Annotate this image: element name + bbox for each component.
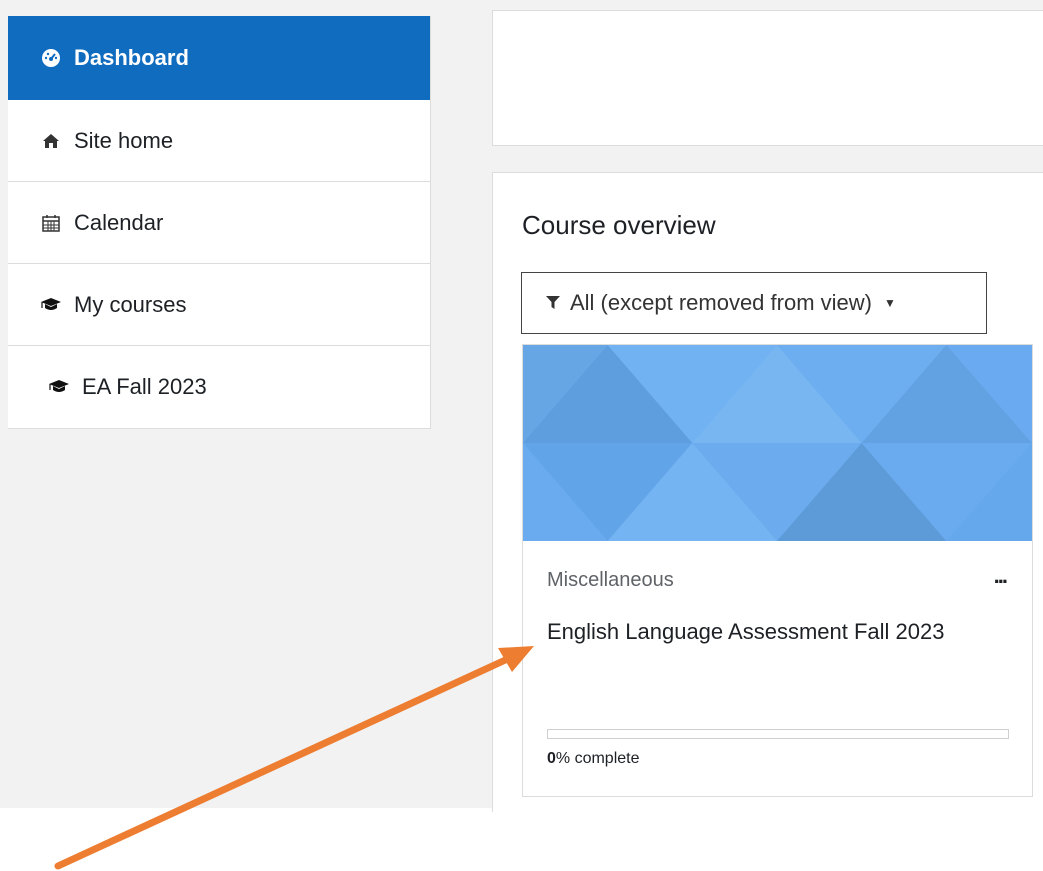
sidebar-item-calendar[interactable]: Calendar <box>8 182 430 264</box>
course-actions-menu[interactable]: ... <box>994 563 1008 589</box>
filter-label: All (except removed from view) <box>570 290 872 315</box>
sidebar-item-dashboard[interactable]: Dashboard <box>8 16 430 100</box>
sidebar-item-label: My courses <box>74 291 187 317</box>
filter-icon <box>546 296 560 310</box>
graduation-cap-icon <box>40 294 62 316</box>
progress-suffix: % complete <box>555 750 640 767</box>
course-image[interactable] <box>523 345 1032 541</box>
sidebar-item-ea-fall-2023[interactable]: EA Fall 2023 <box>8 346 430 428</box>
course-card[interactable]: Miscellaneous ... English Language Asses… <box>522 344 1033 797</box>
sidebar-item-label: Site home <box>74 127 174 153</box>
tachometer-icon <box>40 47 62 69</box>
progress-text: 0% complete <box>547 750 640 768</box>
graduation-cap-icon <box>48 376 70 398</box>
sidebar-item-my-courses[interactable]: My courses <box>8 264 430 346</box>
sidebar-item-label: Calendar <box>74 209 164 235</box>
caret-down-icon: ▼ <box>883 296 896 310</box>
progress-percent: 0 <box>547 750 556 767</box>
course-name-link[interactable]: English Language Assessment Fall 2023 <box>547 615 987 648</box>
sidebar-item-site-home[interactable]: Site home <box>8 100 430 182</box>
course-progress-bar <box>547 729 1009 739</box>
sidebar-item-label: EA Fall 2023 <box>82 374 207 399</box>
top-block <box>492 10 1043 146</box>
block-title: Course overview <box>522 210 716 240</box>
course-category: Miscellaneous <box>547 569 674 591</box>
grouping-filter-dropdown[interactable]: All (except removed from view) ▼ <box>521 272 987 334</box>
sidebar-nav: Dashboard Site home Calendar My courses … <box>8 16 431 429</box>
home-icon <box>40 130 62 152</box>
calendar-icon <box>40 212 62 234</box>
sidebar-item-label: Dashboard <box>74 45 189 70</box>
